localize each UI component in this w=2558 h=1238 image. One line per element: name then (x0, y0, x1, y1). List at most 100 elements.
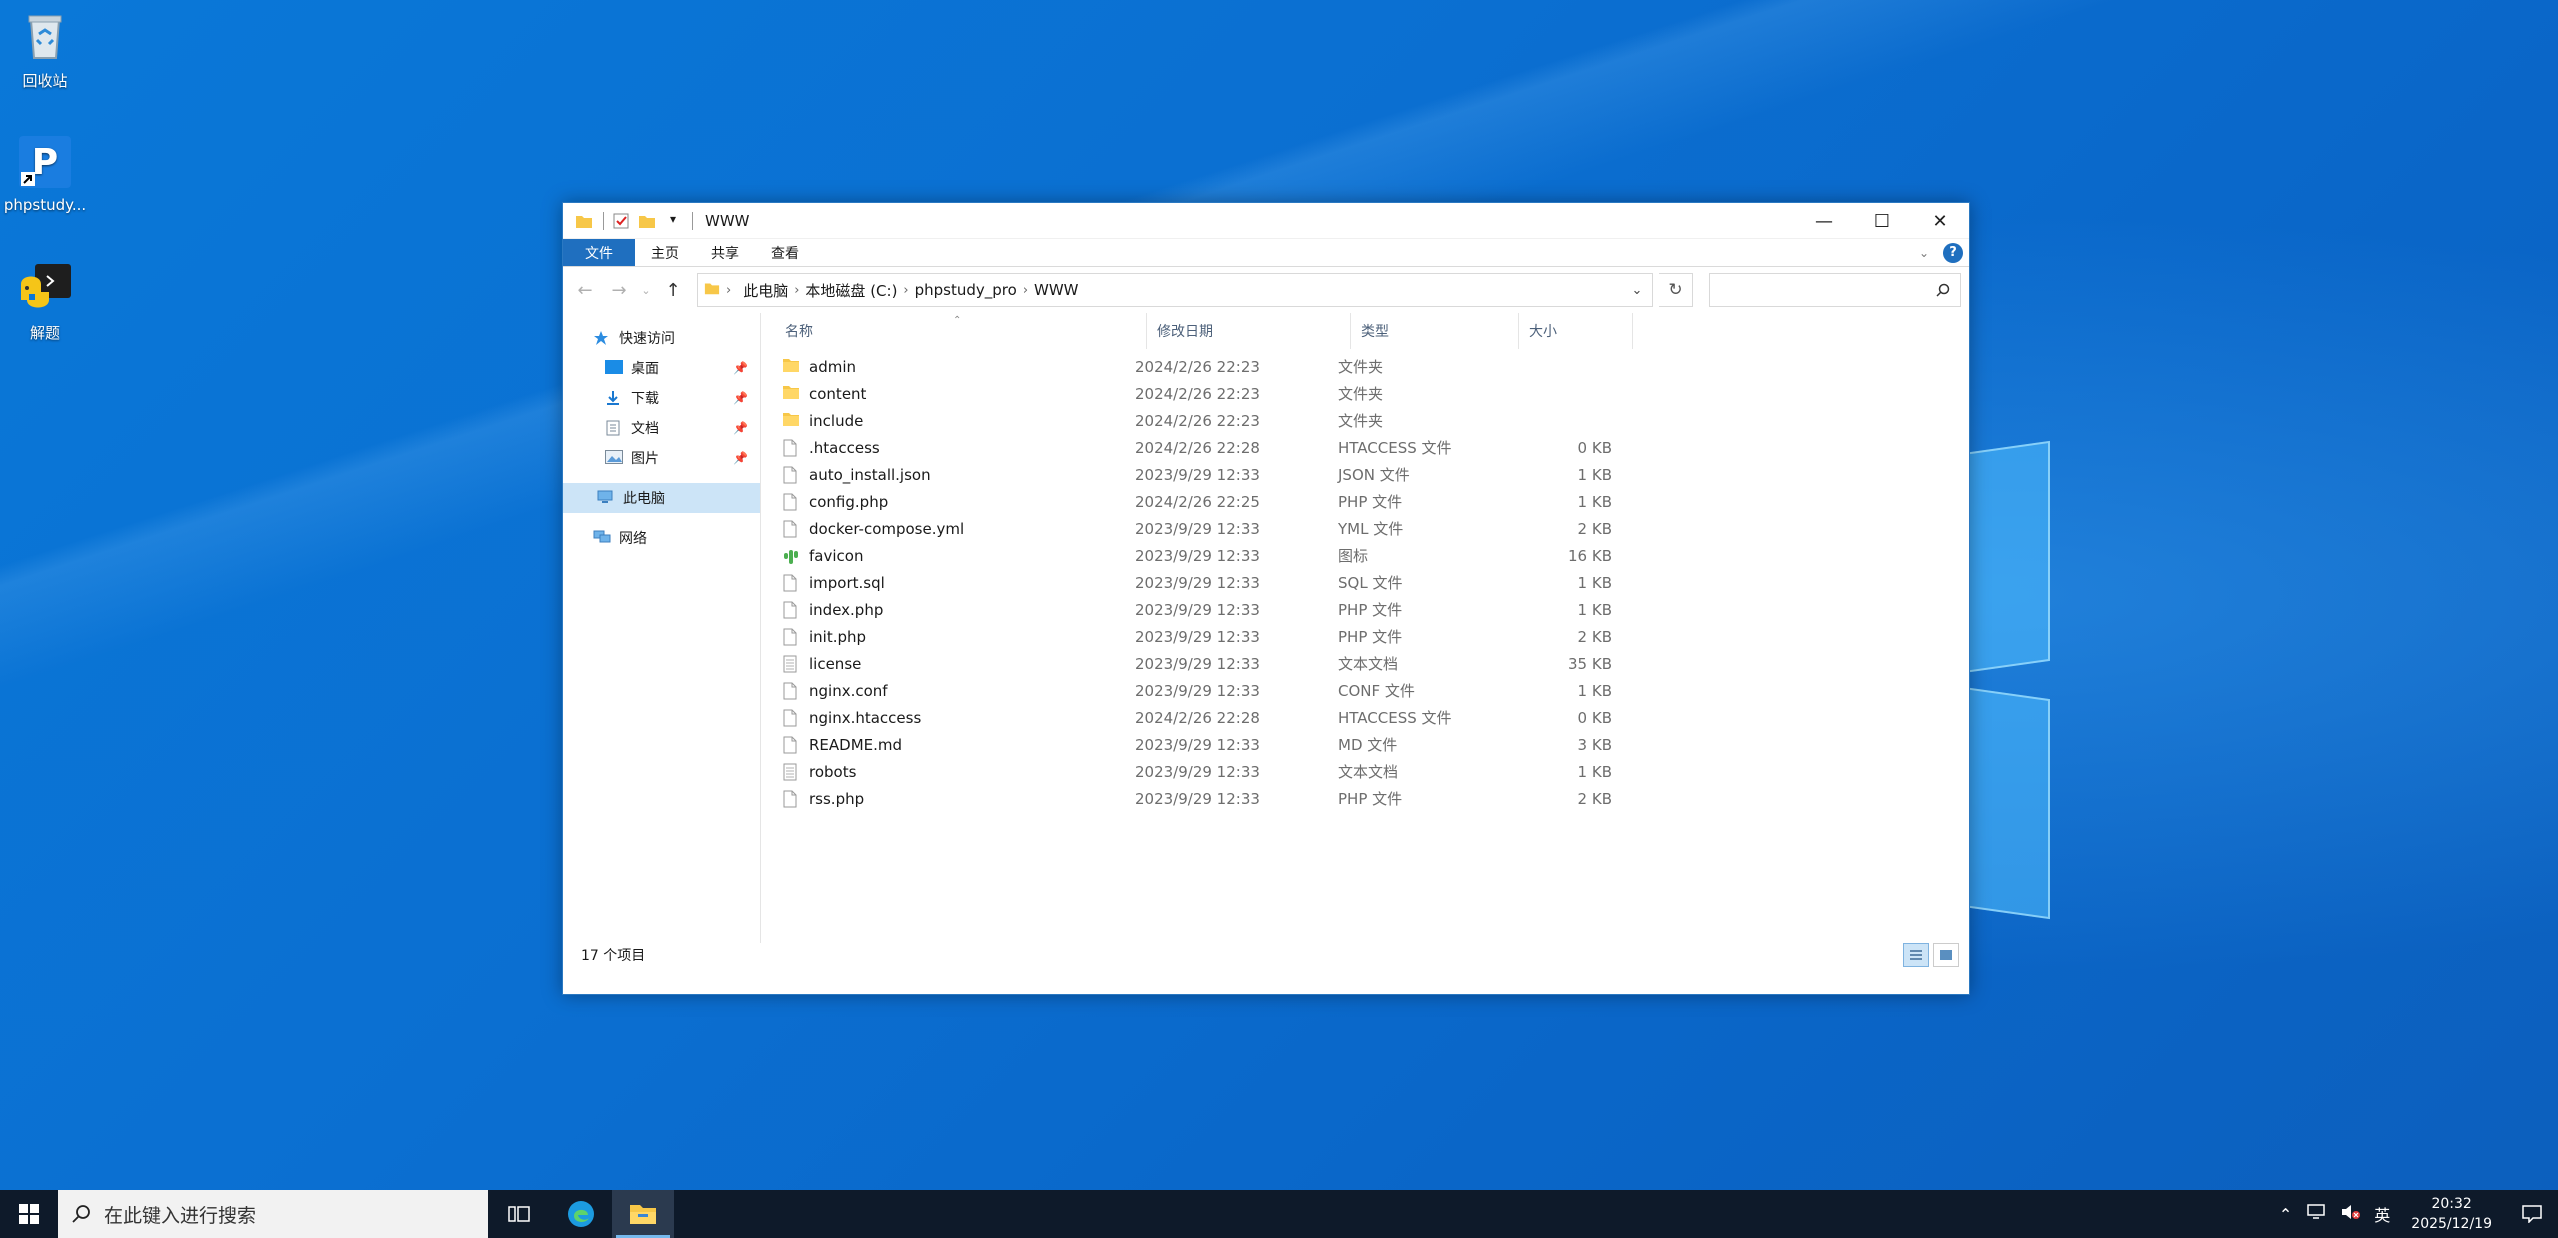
column-header-date[interactable]: 修改日期 (1147, 313, 1351, 349)
minimize-button[interactable]: — (1795, 203, 1853, 239)
file-size: 1 KB (1577, 681, 1612, 700)
breadcrumb-phpstudy-pro[interactable]: phpstudy_pro (909, 281, 1023, 299)
back-icon[interactable]: ← (571, 280, 599, 301)
file-name: favicon (809, 546, 864, 565)
chevron-right-icon[interactable]: › (720, 283, 737, 298)
desktop-icon-recycle-bin[interactable]: 回收站 (0, 8, 90, 91)
file-row[interactable]: robots 2023/9/29 12:33 文本文档 1 KB (761, 758, 1969, 785)
file-name-cell: favicon (761, 547, 1131, 565)
properties-icon[interactable] (612, 212, 630, 230)
file-row[interactable]: admin 2024/2/26 22:23 文件夹 (761, 353, 1969, 380)
file-row[interactable]: rss.php 2023/9/29 12:33 PHP 文件 2 KB (761, 785, 1969, 812)
desktop-icon-solve[interactable]: 解题 (0, 260, 90, 343)
desktop-icon-phpstudy[interactable]: P phpstudy... (0, 134, 90, 214)
chevron-up-icon[interactable]: ⌃ (2272, 1205, 2299, 1224)
file-row[interactable]: license 2023/9/29 12:33 文本文档 35 KB (761, 650, 1969, 677)
file-row[interactable]: .htaccess 2024/2/26 22:28 HTACCESS 文件 0 KB (761, 434, 1969, 461)
file-size: 35 KB (1568, 654, 1612, 673)
file-size: 3 KB (1577, 735, 1612, 754)
file-name-cell: README.md (761, 736, 1131, 754)
file-size: 0 KB (1577, 708, 1612, 727)
file-row[interactable]: favicon 2023/9/29 12:33 图标 16 KB (761, 542, 1969, 569)
file-row[interactable]: import.sql 2023/9/29 12:33 SQL 文件 1 KB (761, 569, 1969, 596)
pin-icon[interactable]: 📌 (733, 361, 748, 375)
close-button[interactable]: ✕ (1911, 203, 1969, 239)
sidebar-item-pictures[interactable]: 图片 📌 (563, 443, 760, 473)
breadcrumb-this-pc[interactable]: 此电脑 (737, 280, 794, 301)
text-document-icon (783, 763, 797, 781)
file-row[interactable]: nginx.conf 2023/9/29 12:33 CONF 文件 1 KB (761, 677, 1969, 704)
sidebar-item-label: 文档 (631, 421, 659, 437)
sidebar-item-this-pc[interactable]: 此电脑 (563, 483, 760, 513)
clock[interactable]: 20:32 2025/12/19 (2397, 1194, 2506, 1234)
file-row[interactable]: content 2024/2/26 22:23 文件夹 (761, 380, 1969, 407)
recent-locations-icon[interactable]: ⌄ (639, 284, 653, 297)
file-name-cell: rss.php (761, 790, 1131, 808)
file-size: 2 KB (1577, 627, 1612, 646)
pin-icon[interactable]: 📌 (733, 451, 748, 465)
details-view-icon (1910, 950, 1922, 960)
file-name-cell: import.sql (761, 574, 1131, 592)
taskbar-edge-button[interactable] (550, 1190, 612, 1238)
details-view-button[interactable] (1903, 943, 1929, 967)
file-row[interactable]: docker-compose.yml 2023/9/29 12:33 YML 文件 2… (761, 515, 1969, 542)
file-row[interactable]: nginx.htaccess 2024/2/26 22:28 HTACCESS 文件… (761, 704, 1969, 731)
pin-icon[interactable]: 📌 (733, 421, 748, 435)
file-row[interactable]: include 2024/2/26 22:23 文件夹 (761, 407, 1969, 434)
tab-share[interactable]: 共享 (695, 239, 755, 266)
column-header-type[interactable]: 类型 (1351, 313, 1519, 349)
maximize-button[interactable]: ☐ (1853, 203, 1911, 239)
forward-icon[interactable]: → (605, 280, 633, 301)
file-row[interactable]: init.php 2023/9/29 12:33 PHP 文件 2 KB (761, 623, 1969, 650)
file-name: README.md (809, 735, 903, 754)
up-icon[interactable]: ↑ (659, 280, 687, 301)
large-icons-view-button[interactable] (1933, 943, 1959, 967)
file-row[interactable]: README.md 2023/9/29 12:33 MD 文件 3 KB (761, 731, 1969, 758)
file-size: 2 KB (1577, 789, 1612, 808)
column-header-size[interactable]: 大小 (1519, 313, 1633, 349)
title-separator (692, 211, 693, 230)
sidebar-item-downloads[interactable]: 下载 📌 (563, 383, 760, 413)
file-type: 文件夹 (1338, 412, 1384, 430)
address-bar[interactable]: › 此电脑 › 本地磁盘 (C:) › phpstudy_pro › WWW ⌄ (697, 273, 1653, 307)
file-type: PHP 文件 (1338, 601, 1403, 619)
customize-toolbar-icon[interactable]: ▾ (664, 212, 682, 230)
file-name-cell: content (761, 385, 1131, 403)
tab-home[interactable]: 主页 (635, 239, 695, 266)
task-view-button[interactable] (488, 1190, 550, 1238)
file-type: 文本文档 (1338, 763, 1399, 781)
file-row[interactable]: index.php 2023/9/29 12:33 PHP 文件 1 KB (761, 596, 1969, 623)
refresh-button[interactable]: ↻ (1659, 273, 1693, 307)
file-row[interactable]: auto_install.json 2023/9/29 12:33 JSON 文件 1… (761, 461, 1969, 488)
notification-center-button[interactable] (2506, 1205, 2558, 1223)
taskbar-search-placeholder: 在此键入进行搜索 (104, 1204, 257, 1227)
tab-file[interactable]: 文件 (563, 239, 635, 266)
ribbon-tabs: 文件 主页 共享 查看 ⌄ ? (563, 239, 1969, 267)
volume-muted-icon[interactable] (2333, 1204, 2367, 1224)
expand-ribbon-icon[interactable]: ⌄ (1919, 246, 1929, 260)
file-row[interactable]: config.php 2024/2/26 22:25 PHP 文件 1 KB (761, 488, 1969, 515)
sidebar-item-quick-access[interactable]: 快速访问 (563, 323, 760, 353)
folder-icon (783, 358, 799, 376)
file-name-cell: .htaccess (761, 439, 1131, 457)
tab-view[interactable]: 查看 (755, 239, 815, 266)
title-bar[interactable]: ▾ WWW — ☐ ✕ (563, 203, 1969, 239)
breadcrumb-www[interactable]: WWW (1028, 281, 1085, 299)
chevron-down-icon[interactable]: ⌄ (1622, 283, 1652, 298)
breadcrumb-local-disk[interactable]: 本地磁盘 (C:) (799, 280, 903, 301)
file-date: 2023/9/29 12:33 (1135, 681, 1260, 700)
taskbar-file-explorer-button[interactable] (612, 1190, 674, 1238)
sidebar-item-documents[interactable]: 文档 📌 (563, 413, 760, 443)
taskbar-search-box[interactable]: 在此键入进行搜索 (58, 1190, 488, 1238)
search-input[interactable] (1709, 273, 1961, 307)
new-folder-icon[interactable] (638, 212, 656, 230)
network-status-icon[interactable] (2299, 1204, 2333, 1224)
help-icon[interactable]: ? (1943, 242, 1963, 263)
clock-time: 20:32 (2431, 1196, 2472, 1212)
file-date: 2023/9/29 12:33 (1135, 573, 1260, 592)
start-button[interactable] (0, 1190, 58, 1238)
sidebar-item-network[interactable]: 网络 (563, 523, 760, 553)
input-method-indicator[interactable]: 英 (2367, 1202, 2397, 1226)
pin-icon[interactable]: 📌 (733, 391, 748, 405)
sidebar-item-desktop[interactable]: 桌面 📌 (563, 353, 760, 383)
